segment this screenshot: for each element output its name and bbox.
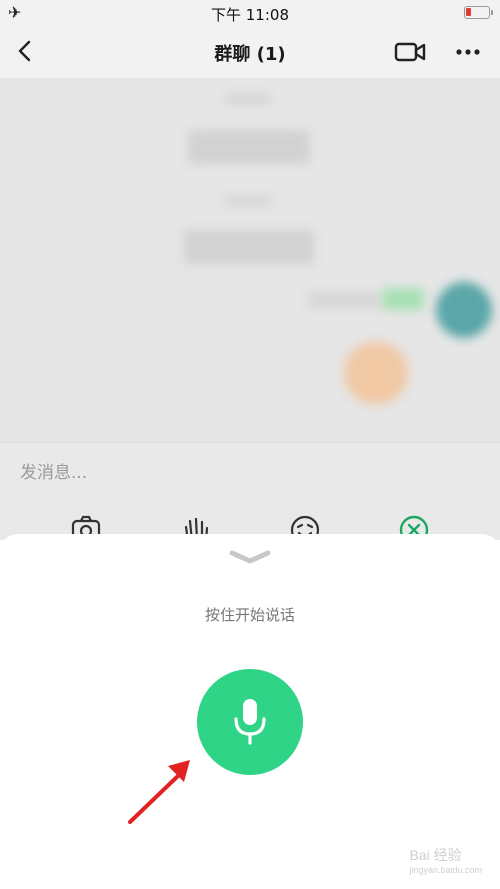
nav-bar: 群聊 (1) xyxy=(0,26,500,78)
message-input-bar: 发消息... xyxy=(0,442,500,545)
watermark-logo: Bai 经验 jingyan.baidu.com xyxy=(409,845,482,875)
chat-history xyxy=(0,78,500,442)
more-icon[interactable] xyxy=(455,42,481,62)
watermark-text: Bai 经验 xyxy=(409,847,462,863)
chevron-down-icon[interactable] xyxy=(228,548,272,566)
timestamp-placeholder xyxy=(225,196,271,206)
annotation-arrow xyxy=(128,760,190,824)
video-camera-icon[interactable] xyxy=(394,40,426,64)
timestamp-placeholder xyxy=(225,94,271,104)
battery-icon xyxy=(464,6,493,19)
system-message xyxy=(184,230,314,264)
message-status xyxy=(308,292,380,308)
system-message xyxy=(188,130,310,164)
press-to-talk-hint: 按住开始说话 xyxy=(204,606,295,624)
hold-to-talk-button[interactable] xyxy=(197,669,303,775)
status-time: 下午 11:08 xyxy=(211,6,289,24)
watermark-domain: jingyan.baidu.com xyxy=(409,865,482,875)
voice-input-sheet: 按住开始说话 xyxy=(0,534,500,889)
avatar xyxy=(436,282,492,338)
message-bubble xyxy=(382,288,424,310)
message-input[interactable]: 发消息... xyxy=(20,458,87,483)
microphone-icon xyxy=(234,699,266,745)
status-bar: ✈ 下午 11:08 xyxy=(0,0,500,26)
sticker-message xyxy=(344,342,408,404)
